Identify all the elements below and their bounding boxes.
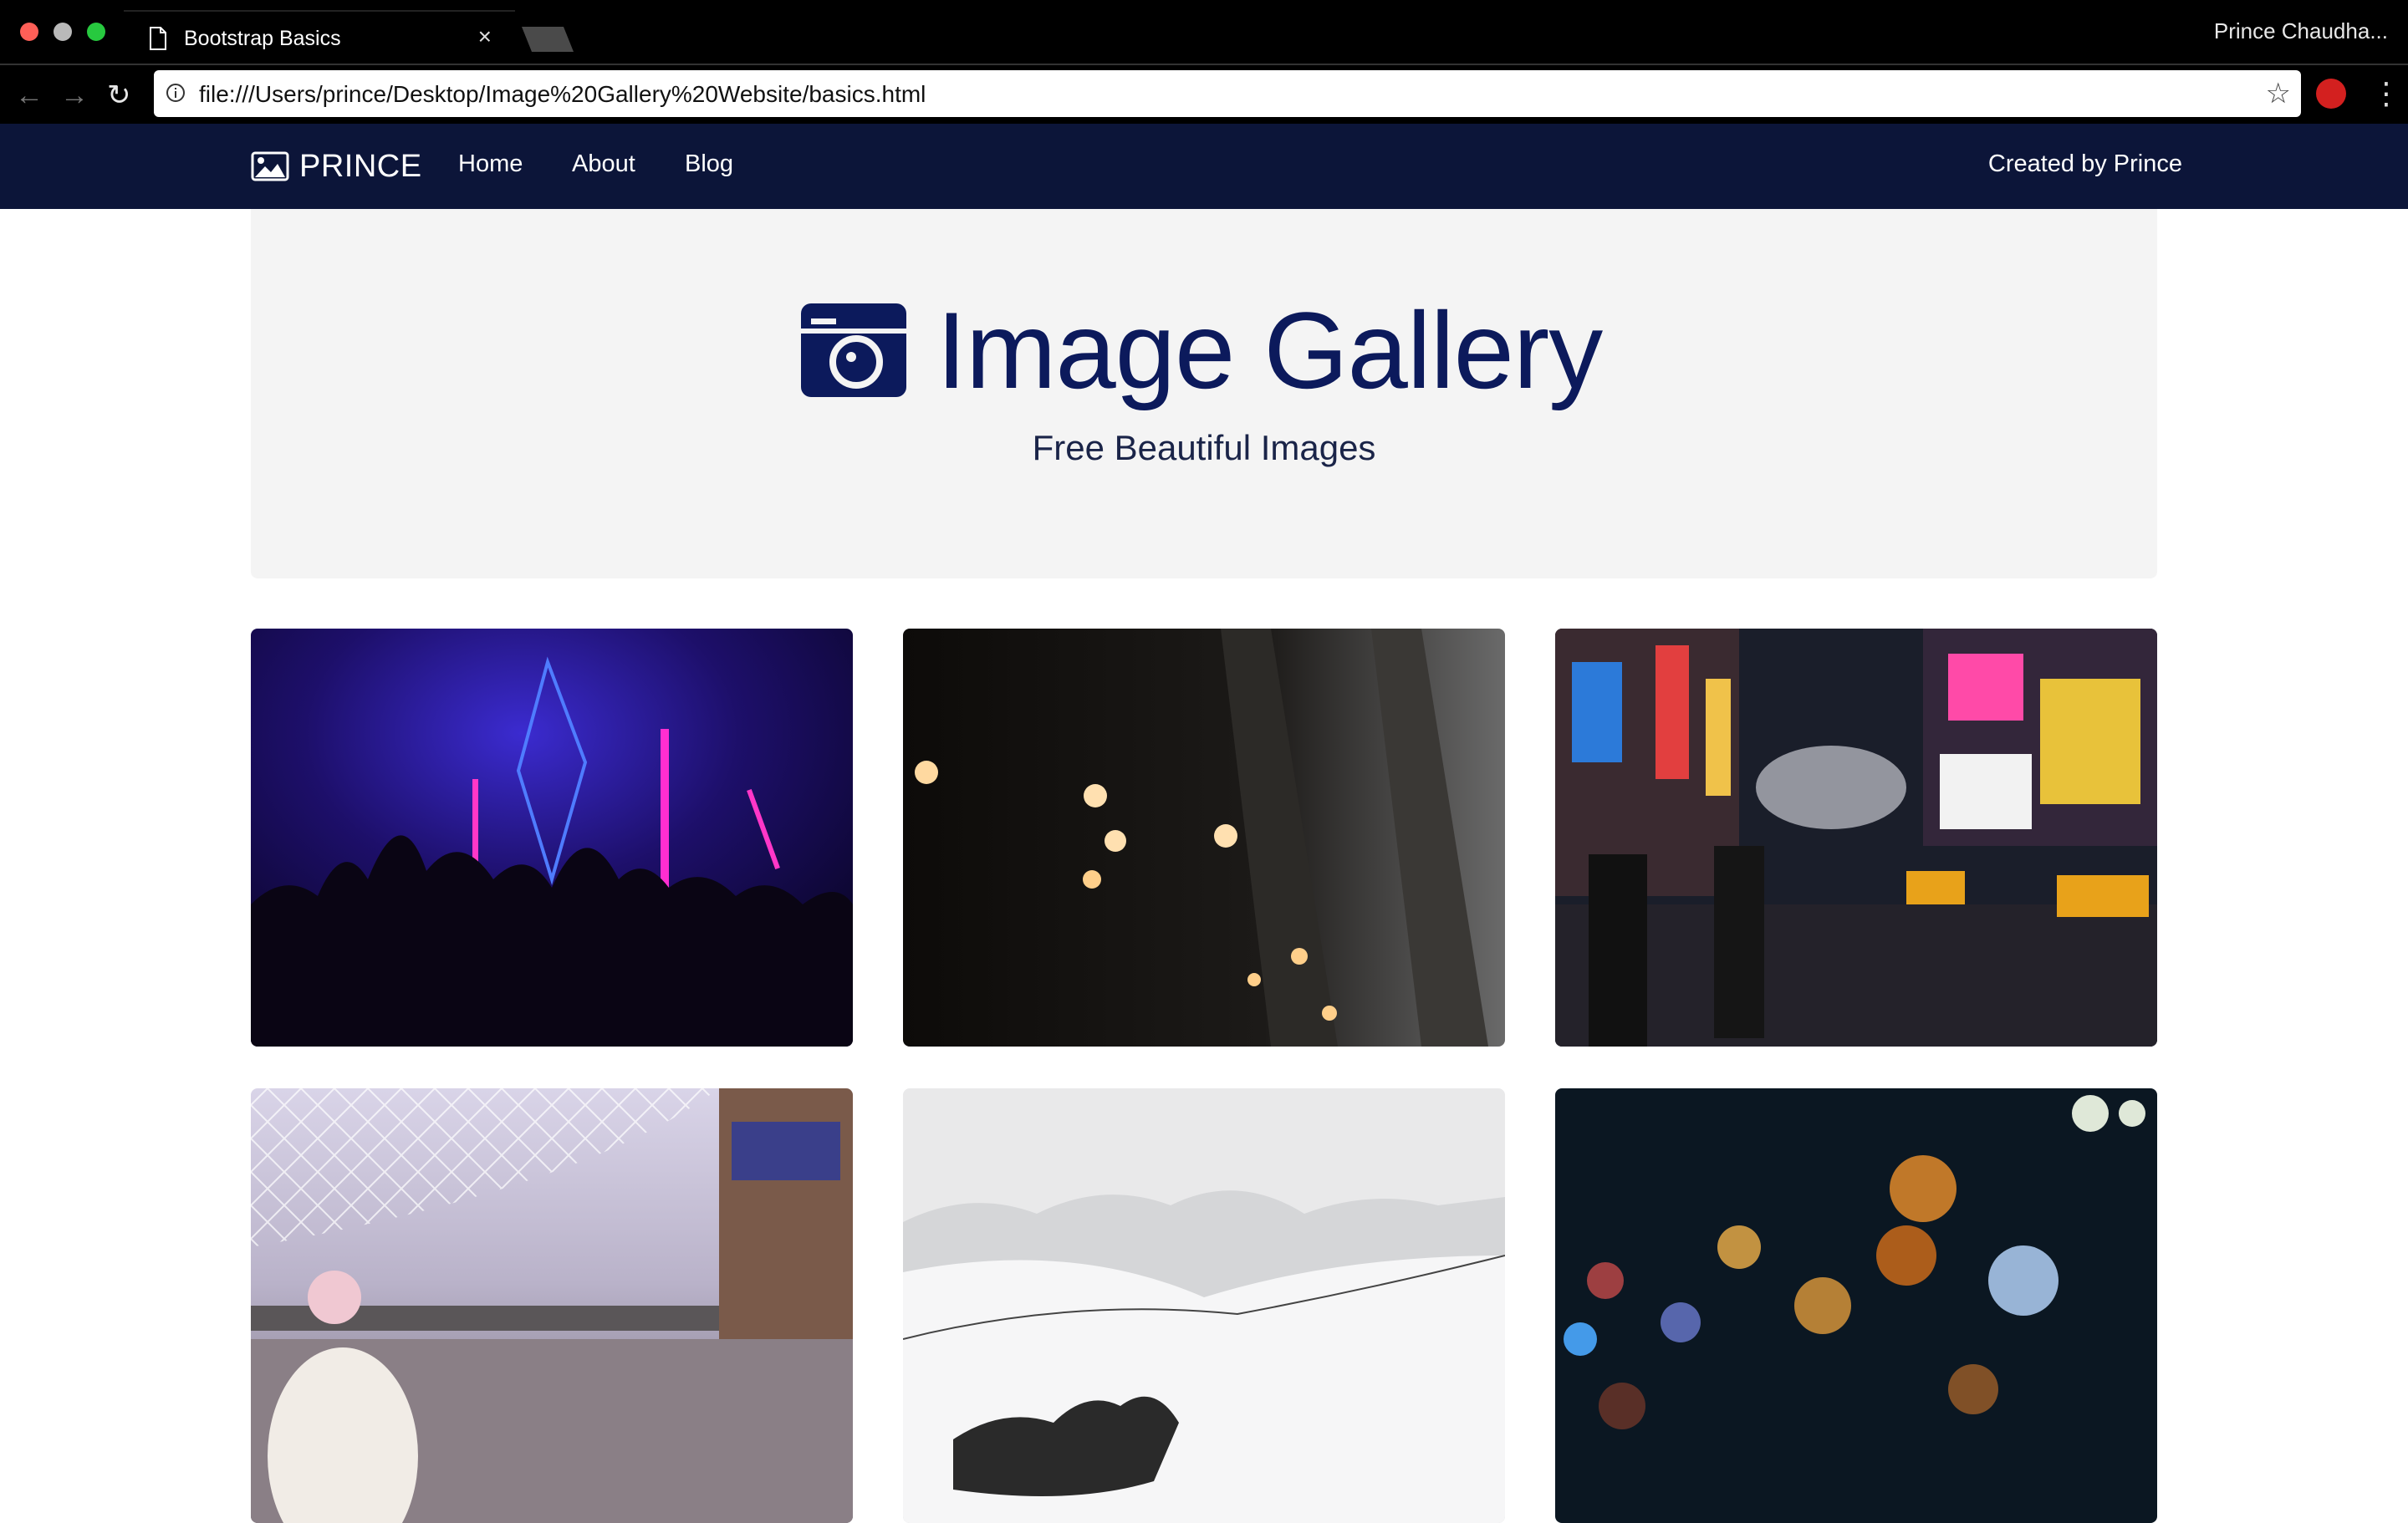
browser-toolbar: ← → ↻ file:///Users/prince/Desktop/Image… [0,64,2408,124]
profile-name[interactable]: Prince Chaudha... [2214,18,2388,44]
tab-close-icon[interactable]: × [478,23,492,50]
gallery-image-city-bokeh[interactable] [1555,1088,2157,1523]
address-bar[interactable]: file:///Users/prince/Desktop/Image%20Gal… [154,70,2301,117]
brand-name: PRINCE [299,148,422,184]
page-heading: Image Gallery [936,289,1603,411]
document-icon [150,27,166,50]
image-icon [251,151,289,181]
nav-link-blog[interactable]: Blog [685,150,733,178]
page-subtitle: Free Beautiful Images [1032,428,1376,467]
site-navbar: PRINCE Home About Blog Created by Prince [0,124,2408,209]
url-text[interactable]: file:///Users/prince/Desktop/Image%20Gal… [199,81,926,108]
gallery-image-station[interactable] [251,1088,853,1523]
gallery-image-concert[interactable] [251,629,853,1047]
browser-tab[interactable]: Bootstrap Basics × [124,10,515,65]
extension-icon[interactable] [2316,79,2346,109]
created-by-text: Created by Prince [1987,150,2182,177]
gallery-image-times-square[interactable] [1555,629,2157,1047]
browser-titlebar: Bootstrap Basics × Prince Chaudha... [0,0,2408,65]
minimize-window-button[interactable] [54,23,72,41]
gallery-image-snowy-mountain[interactable] [903,1088,1505,1523]
brand[interactable]: PRINCE [251,145,422,187]
info-icon[interactable] [166,83,186,103]
page-title: Image Gallery [801,289,1603,411]
star-icon[interactable]: ☆ [2266,77,2291,110]
camera-icon [801,303,906,397]
nav-link-about[interactable]: About [572,150,635,178]
close-window-button[interactable] [20,23,38,41]
gallery-image-bokeh-bar[interactable] [903,629,1505,1047]
nav-link-home[interactable]: Home [458,150,523,178]
forward-arrow-icon[interactable]: → [60,79,89,112]
tab-title: Bootstrap Basics [184,27,341,50]
reload-icon[interactable]: ↻ [107,79,131,112]
jumbotron: Image Gallery Free Beautiful Images [251,209,2157,578]
menu-dots-icon[interactable]: ⋮ [2371,77,2401,110]
back-arrow-icon[interactable]: ← [15,79,43,112]
new-tab-button[interactable] [520,25,575,53]
maximize-window-button[interactable] [87,23,105,41]
